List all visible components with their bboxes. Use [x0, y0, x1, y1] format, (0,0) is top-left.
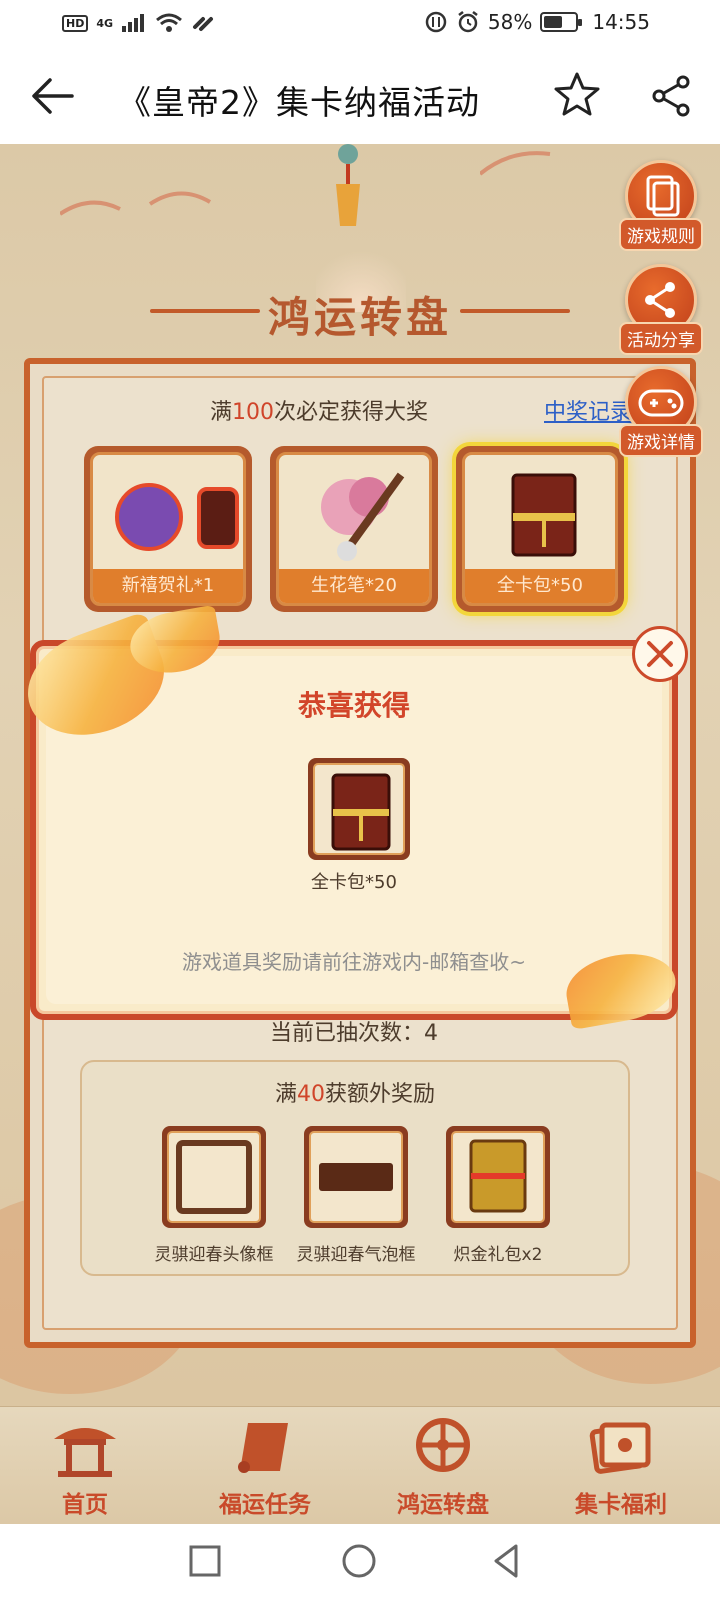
- link-icon: [193, 17, 214, 31]
- home-circle-icon[interactable]: [336, 1538, 382, 1584]
- close-icon: [647, 641, 673, 667]
- system-nav-bar: [0, 1524, 720, 1600]
- nav-label: 首页: [62, 1492, 108, 1518]
- nav-label: 鸿运转盘: [397, 1492, 489, 1518]
- alarm-icon: [458, 11, 478, 33]
- wifi-icon: [156, 13, 182, 32]
- share-icon[interactable]: [650, 74, 692, 118]
- nav-label: 福运任务: [219, 1492, 311, 1518]
- network-type: 4G: [96, 16, 114, 30]
- favorite-star-icon[interactable]: [552, 70, 602, 120]
- reward-note: 游戏道具奖励请前往游戏内-邮箱查收~: [182, 950, 526, 974]
- pavilion-icon: [54, 1428, 116, 1477]
- status-bar: HD 4G 58% 14:55: [0, 0, 720, 48]
- nav-label: 集卡福利: [575, 1492, 667, 1518]
- hd-indicator: HD: [62, 14, 89, 32]
- scroll-icon: [238, 1423, 288, 1473]
- close-dialog-button[interactable]: [632, 626, 688, 682]
- nav-item-wheel[interactable]: 鸿运转盘: [358, 1413, 528, 1521]
- back-triangle-icon[interactable]: [484, 1538, 530, 1584]
- app-header: 《皇帝2》集卡纳福活动: [0, 48, 720, 144]
- recent-apps-icon[interactable]: [182, 1538, 228, 1584]
- page-title: 《皇帝2》集卡纳福活动: [118, 83, 480, 122]
- card-pack-icon: [331, 773, 391, 851]
- wheel-icon: [416, 1418, 470, 1472]
- bottom-nav: 首页 福运任务 鸿运转盘 集卡福利: [0, 1406, 720, 1524]
- reward-item: [308, 758, 410, 860]
- clock: 14:55: [592, 10, 650, 34]
- battery-icon: [540, 12, 583, 32]
- cards-icon: [589, 1422, 651, 1474]
- data-saver-icon: [425, 11, 447, 33]
- nav-item-cards[interactable]: 集卡福利: [536, 1413, 706, 1521]
- reward-item-label: 全卡包*50: [311, 872, 397, 893]
- nav-item-home[interactable]: 首页: [0, 1413, 170, 1521]
- nav-item-tasks[interactable]: 福运任务: [180, 1413, 350, 1521]
- back-arrow-icon[interactable]: [28, 74, 78, 118]
- signal-icon: [122, 14, 145, 32]
- battery-percent: 58%: [487, 10, 533, 34]
